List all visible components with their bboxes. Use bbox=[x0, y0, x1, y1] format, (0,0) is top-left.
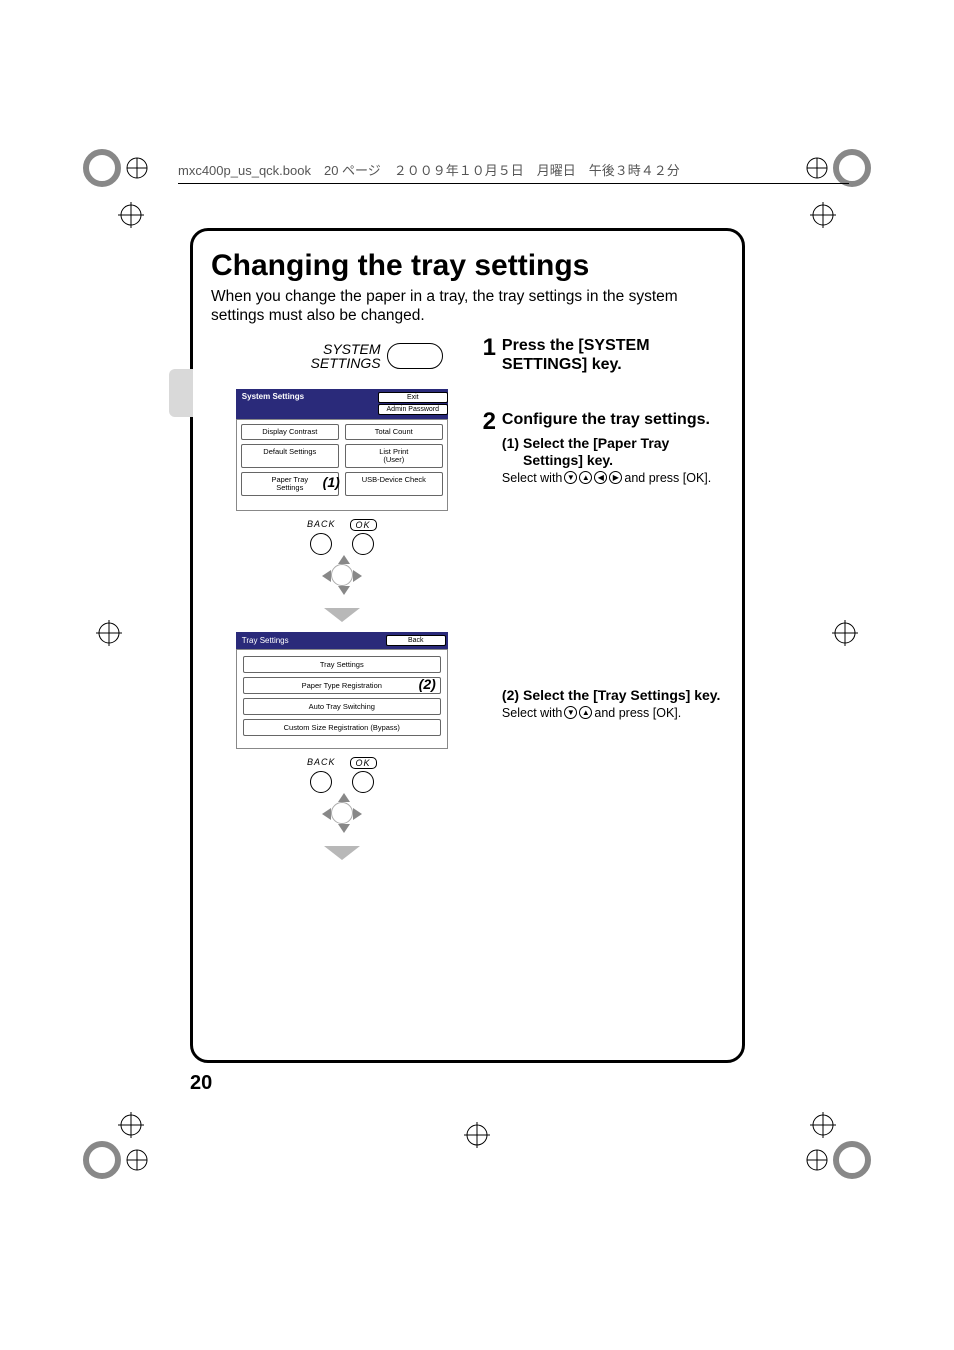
substep-2-number: (2) bbox=[502, 687, 519, 704]
lcd1-admin-button: Admin Password bbox=[378, 404, 448, 415]
lcd1-default-settings: Default Settings bbox=[241, 444, 339, 468]
crop-mark-icon bbox=[808, 200, 838, 230]
dpad-icon bbox=[322, 793, 362, 833]
arrow-right-icon: ▶ bbox=[609, 471, 622, 484]
substep-2-text: Select with ▼ ▲ and press [OK]. bbox=[502, 706, 724, 720]
content-frame: Changing the tray settings When you chan… bbox=[190, 228, 745, 1063]
crop-mark-icon bbox=[830, 618, 860, 648]
back-button-icon bbox=[310, 771, 332, 793]
control-pad: BACK OK bbox=[211, 757, 473, 840]
ok-key-label: OK bbox=[350, 757, 377, 769]
back-key-label: BACK bbox=[307, 757, 336, 769]
crop-mark-icon bbox=[116, 200, 146, 230]
lcd1-total-count: Total Count bbox=[345, 424, 443, 440]
arrow-left-icon: ◀ bbox=[594, 471, 607, 484]
system-settings-button-icon bbox=[387, 343, 443, 369]
lcd1-exit-button: Exit bbox=[378, 392, 448, 403]
callout-marker-2: (2) bbox=[419, 676, 436, 692]
substep-1-text: Select with ▼ ▲ ◀ ▶ and press [OK]. bbox=[502, 471, 724, 485]
lcd2-paper-type-reg-row: Paper Type Registration (2) bbox=[243, 677, 441, 694]
page-title: Changing the tray settings bbox=[211, 249, 724, 283]
lcd1-list-print: List Print(User) bbox=[345, 444, 443, 468]
control-pad: BACK OK bbox=[211, 519, 473, 602]
step-1-number: 1 bbox=[483, 336, 496, 374]
source-file-header: mxc400p_us_qck.book 20 ページ ２００９年１０月５日 月曜… bbox=[178, 160, 849, 184]
crop-mark-icon bbox=[462, 1120, 492, 1150]
arrow-down-icon: ▼ bbox=[564, 471, 577, 484]
substep-1: (1) Select the [Paper Tray Settings] key… bbox=[502, 435, 724, 485]
ok-button-icon bbox=[352, 533, 374, 555]
lcd1-display-contrast: Display Contrast bbox=[241, 424, 339, 440]
step-1: 1 Press the [SYSTEM SETTINGS] key. bbox=[483, 336, 724, 374]
lcd-system-settings: System Settings Exit Admin Password Disp… bbox=[236, 389, 448, 510]
back-key-label: BACK bbox=[307, 519, 336, 531]
lcd1-title: System Settings bbox=[242, 392, 304, 401]
lcd2-auto-switch-row: Auto Tray Switching bbox=[243, 698, 441, 715]
substep-2: (2) Select the [Tray Settings] key. Sele… bbox=[502, 687, 724, 720]
crop-mark-icon bbox=[116, 1110, 146, 1140]
lcd2-back-button: Back bbox=[386, 635, 446, 646]
substep-2-title: Select the [Tray Settings] key. bbox=[523, 687, 720, 704]
dpad-icon bbox=[322, 555, 362, 595]
substep-1-number: (1) bbox=[502, 435, 519, 469]
step-2-title: Configure the tray settings. bbox=[502, 410, 724, 429]
step-2-number: 2 bbox=[483, 410, 496, 720]
crop-mark-icon bbox=[94, 618, 124, 648]
lcd2-title: Tray Settings bbox=[242, 636, 289, 645]
section-tab-icon bbox=[169, 369, 193, 417]
lcd1-usb-device-check: USB-Device Check bbox=[345, 472, 443, 496]
arrow-down-icon: ▼ bbox=[564, 706, 577, 719]
arrow-up-icon: ▲ bbox=[579, 471, 592, 484]
flow-arrow-icon bbox=[324, 608, 360, 622]
lcd2-custom-size-row: Custom Size Registration (Bypass) bbox=[243, 719, 441, 736]
lcd1-paper-tray-settings: Paper TraySettings (1) bbox=[241, 472, 339, 496]
step-2: 2 Configure the tray settings. (1) Selec… bbox=[483, 410, 724, 720]
lcd-tray-settings: Tray Settings Back Tray Settings Paper T… bbox=[236, 632, 448, 749]
step-1-title: Press the [SYSTEM SETTINGS] key. bbox=[502, 336, 724, 374]
ok-button-icon bbox=[352, 771, 374, 793]
lcd2-tray-settings-row: Tray Settings bbox=[243, 656, 441, 673]
intro-text: When you change the paper in a tray, the… bbox=[211, 287, 724, 326]
flow-arrow-icon bbox=[324, 846, 360, 860]
crop-mark-icon bbox=[808, 1110, 838, 1140]
page-number: 20 bbox=[190, 1072, 212, 1095]
arrow-up-icon: ▲ bbox=[579, 706, 592, 719]
system-settings-key-label: SYSTEM SETTINGS bbox=[311, 342, 381, 371]
ok-key-label: OK bbox=[350, 519, 377, 531]
callout-marker-1: (1) bbox=[323, 475, 340, 490]
back-button-icon bbox=[310, 533, 332, 555]
substep-1-title: Select the [Paper Tray Settings] key. bbox=[523, 435, 724, 469]
